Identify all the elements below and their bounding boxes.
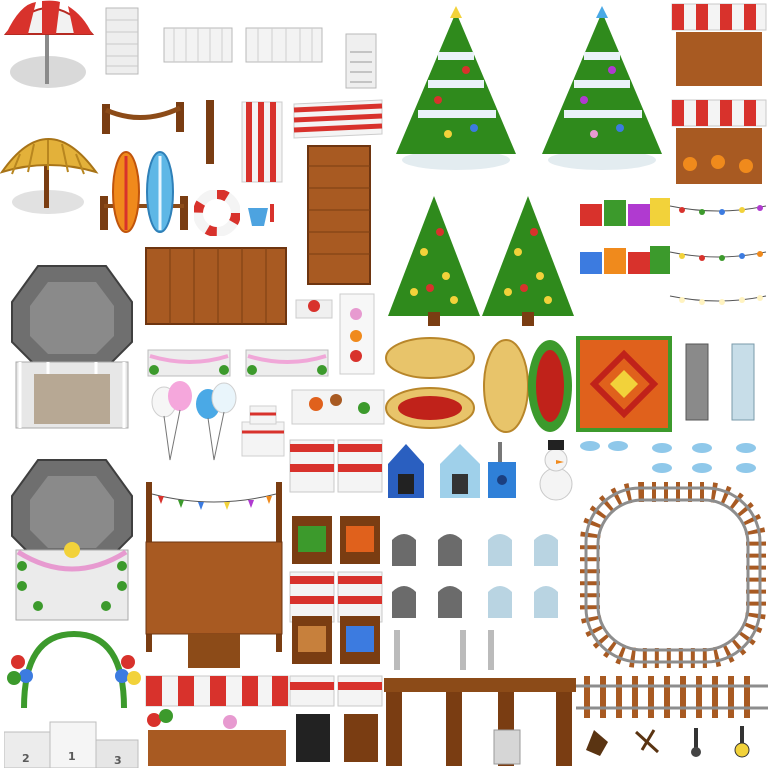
wooden-pier-icon [306,144,372,286]
rail-track-icon [576,674,768,720]
podium-icon: 2 1 3 [4,718,140,768]
lamp-icon [580,722,766,764]
snowy-christmas-tree-icon [534,4,674,174]
life-ring-icon [194,190,240,236]
podium-third-label: 3 [114,754,122,767]
deck-chair-icon [104,6,140,76]
gift-boxes-icon [576,192,672,288]
podium-second-label: 2 [22,752,30,765]
straw-umbrella-icon [0,114,100,218]
snowman-icon [534,438,578,504]
oval-rug-icon [384,334,576,436]
market-stall-icon [144,674,384,768]
surfboard-icon [110,150,180,236]
dog-house-icon [386,440,486,504]
beach-umbrella-icon [2,0,98,92]
tombstone-icon [386,526,572,624]
food-table-icon [290,290,386,430]
wooden-gate-icon [384,624,576,768]
decorated-gazebo-icon [8,456,136,626]
podium-first-label: 1 [68,750,76,763]
birdhouse-icon [484,440,520,504]
deck-chair-icon [344,32,378,90]
market-stall-icon [288,436,384,672]
stage-icon [144,480,284,670]
cake-icon [238,392,288,462]
sand-bucket-icon [244,200,280,228]
square-carpet-icon [576,336,672,432]
christmas-tree-icon [478,192,578,330]
balloon-icon [146,380,246,470]
market-stall-icon [670,2,768,188]
white-fence-icon [162,16,328,72]
balloon-arch-icon [4,626,144,716]
stepping-stones-icon [576,438,766,478]
gazebo-icon [8,262,136,432]
christmas-tree-icon [384,192,484,330]
wooden-pier-icon [144,238,288,330]
string-lights-icon [668,196,768,306]
stone-pillar-icon [680,340,764,424]
snowy-christmas-tree-icon [388,4,528,174]
rail-track-icon [578,480,768,670]
